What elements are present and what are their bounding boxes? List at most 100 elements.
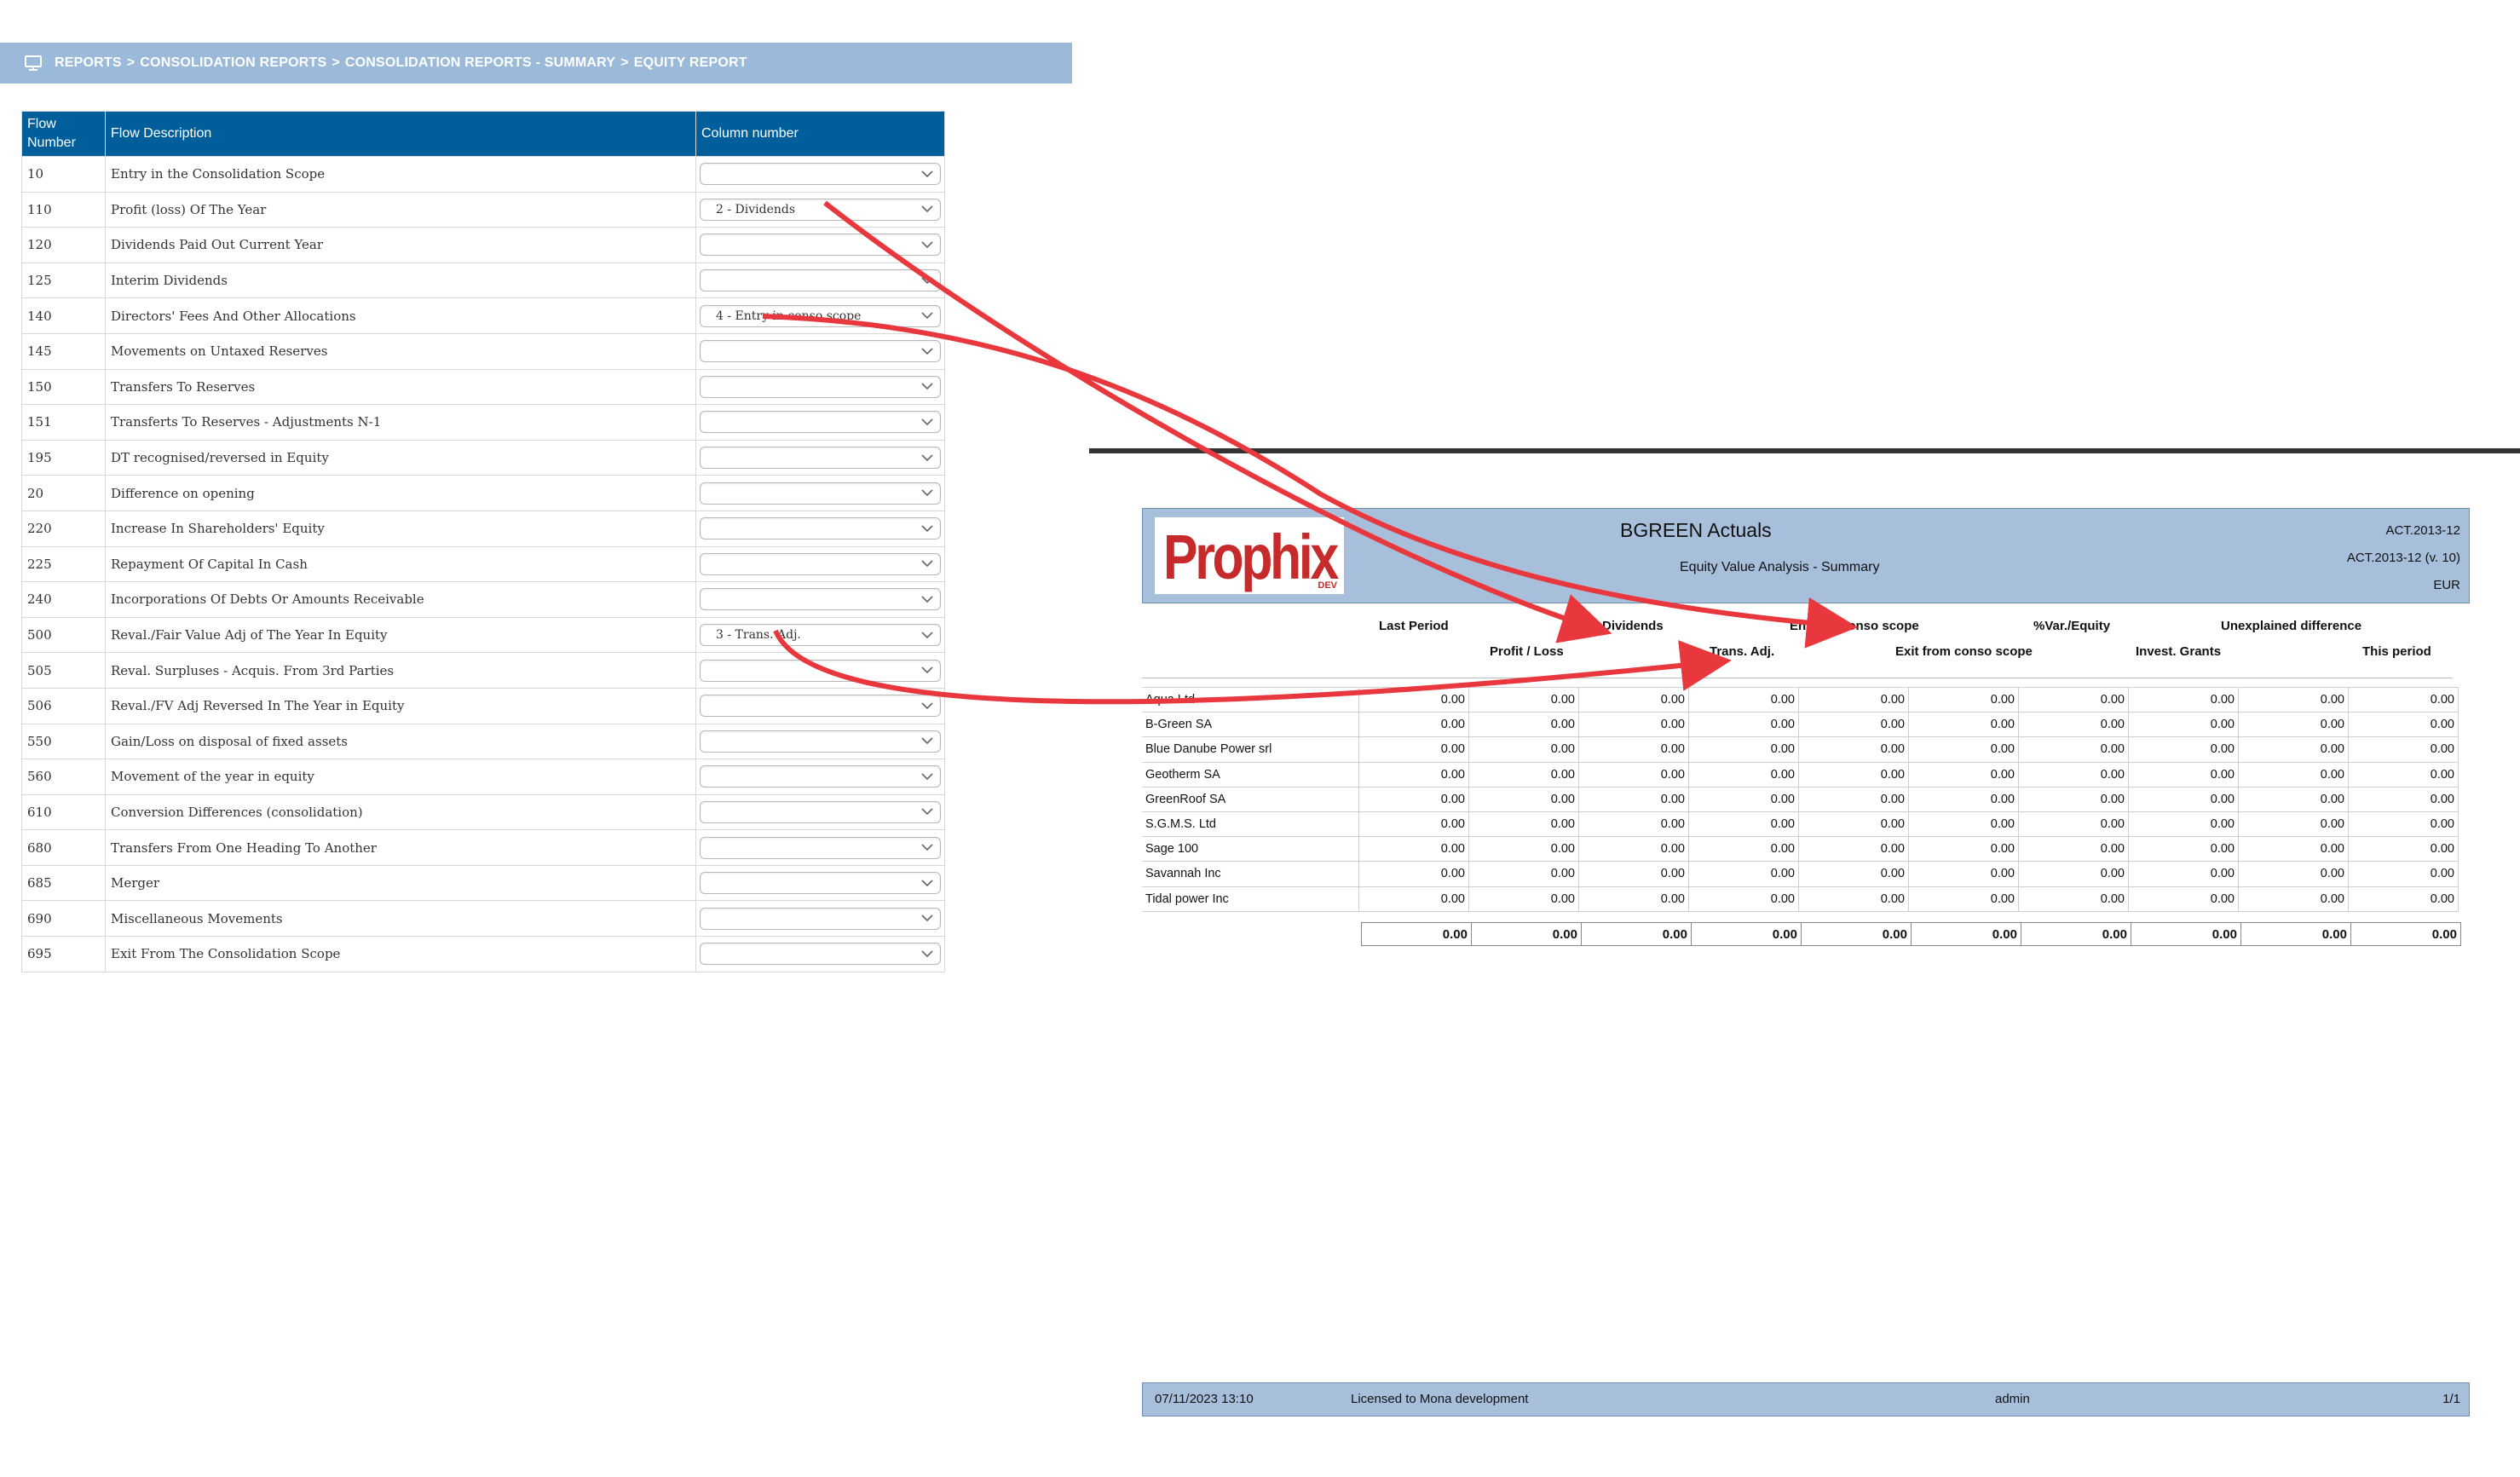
- column-header-flow-description[interactable]: Flow Description: [105, 111, 696, 157]
- value-cell: 0.00: [2348, 686, 2459, 713]
- value-cell: 0.00: [2238, 736, 2349, 763]
- column-number-select[interactable]: [700, 800, 941, 823]
- column-number-select[interactable]: [700, 269, 941, 292]
- value-cell: 0.00: [2238, 836, 2349, 863]
- total-cell: 0.00: [2350, 922, 2461, 946]
- flow-description-cell: Reval./Fair Value Adj of The Year In Equ…: [105, 616, 696, 654]
- total-cell: 0.00: [2240, 922, 2351, 946]
- entity-name: Sage 100: [1142, 836, 1359, 863]
- flow-number-cell: 505: [21, 652, 106, 689]
- report-row: Geotherm SA 0.00 0.00 0.00 0.00 0.00 0.00 0.00 0…: [1142, 761, 2459, 788]
- breadcrumb-item-consolidation-reports[interactable]: CONSOLIDATION REPORTS: [140, 55, 326, 71]
- value-cell: 0.00: [2018, 886, 2129, 912]
- value-cell: 0.00: [2128, 786, 2239, 812]
- value-cell: 0.00: [1468, 836, 1579, 863]
- value-cell: 0.00: [1798, 736, 1909, 763]
- value-cell: 0.00: [1578, 811, 1689, 838]
- table-row: 10 Entry in the Consolidation Scope: [21, 156, 945, 193]
- column-number-select[interactable]: [700, 375, 941, 398]
- prophix-logo: Prophix DEV: [1155, 517, 1344, 594]
- column-number-select[interactable]: [700, 730, 941, 753]
- report-meta: ACT.2013-12 ACT.2013-12 (v. 10) EUR: [2347, 517, 2460, 599]
- value-cell: 0.00: [1688, 811, 1799, 838]
- report-data-table: Aqua Ltd 0.00 0.00 0.00 0.00 0.00 0.00 0.00 0.00…: [1142, 686, 2459, 912]
- value-cell: 0.00: [2238, 786, 2349, 812]
- column-number-select[interactable]: [700, 447, 941, 470]
- value-cell: 0.00: [1908, 712, 2019, 738]
- column-number-select[interactable]: [700, 552, 941, 575]
- section-divider: [1089, 448, 2520, 453]
- column-number-select[interactable]: [700, 695, 941, 718]
- value-cell: 0.00: [1578, 712, 1689, 738]
- chevron-down-icon: [921, 879, 933, 887]
- flow-number-cell: 120: [21, 227, 106, 263]
- flow-description-cell: Transfers From One Heading To Another: [105, 829, 696, 866]
- column-number-select[interactable]: [700, 234, 941, 257]
- col-header-profit-loss: Profit / Loss: [1490, 644, 1564, 659]
- value-cell: 0.00: [1908, 811, 2019, 838]
- flow-description-cell: Conversion Differences (consolidation): [105, 793, 696, 831]
- value-cell: 0.00: [2018, 736, 2129, 763]
- column-number-select[interactable]: 3 - Trans. Adj.: [700, 624, 941, 647]
- value-cell: 0.00: [2018, 811, 2129, 838]
- table-row: 150 Transfers To Reserves: [21, 368, 945, 406]
- value-cell: 0.00: [1578, 686, 1689, 713]
- report-row: S.G.M.S. Ltd 0.00 0.00 0.00 0.00 0.00 0.00 0.00…: [1142, 811, 2459, 838]
- value-cell: 0.00: [1578, 786, 1689, 812]
- column-header-column-number[interactable]: Column number: [695, 111, 945, 157]
- table-row: 500 Reval./Fair Value Adj of The Year In …: [21, 616, 945, 654]
- breadcrumb-item-reports[interactable]: REPORTS: [55, 55, 122, 71]
- flow-description-cell: Interim Dividends: [105, 262, 696, 299]
- flow-number-cell: 150: [21, 368, 106, 406]
- value-cell: 0.00: [1908, 761, 2019, 788]
- flow-number-cell: 685: [21, 864, 106, 902]
- total-cell: 0.00: [1801, 922, 1912, 946]
- chevron-down-icon: [921, 347, 933, 355]
- column-number-select[interactable]: [700, 943, 941, 966]
- column-number-cell: [695, 510, 945, 547]
- column-number-select[interactable]: [700, 836, 941, 859]
- column-number-select[interactable]: [700, 588, 941, 611]
- value-cell: 0.00: [1798, 786, 1909, 812]
- logo-subtext: DEV: [1318, 580, 1337, 591]
- value-cell: 0.00: [2018, 712, 2129, 738]
- value-cell: 0.00: [2348, 712, 2459, 738]
- table-row: 550 Gain/Loss on disposal of fixed assets: [21, 723, 945, 760]
- column-number-select[interactable]: [700, 765, 941, 788]
- table-row: 690 Miscellaneous Movements: [21, 900, 945, 938]
- column-number-cell: [695, 793, 945, 831]
- table-row: 110 Profit (loss) Of The Year 2 - Dividend…: [21, 191, 945, 228]
- column-number-cell: 2 - Dividends: [695, 191, 945, 228]
- report-version: ACT.2013-12 (v. 10): [2346, 551, 2460, 565]
- table-header-row: Flow Number Flow Description Column numb…: [21, 111, 945, 157]
- value-cell: 0.00: [1688, 836, 1799, 863]
- column-number-select[interactable]: [700, 659, 941, 682]
- breadcrumb-item-equity-report: EQUITY REPORT: [633, 55, 747, 70]
- column-number-select[interactable]: [700, 340, 941, 363]
- report-subtitle: Equity Value Analysis - Summary: [1680, 560, 1880, 574]
- col-header-entry-conso-scope: Entry in conso scope: [1790, 619, 1919, 633]
- breadcrumb-item-consolidation-reports-summary[interactable]: CONSOLIDATION REPORTS - SUMMARY: [345, 55, 615, 71]
- report-row: GreenRoof SA 0.00 0.00 0.00 0.00 0.00 0.00 0.00…: [1142, 786, 2459, 812]
- col-header-exit-conso-scope: Exit from conso scope: [1895, 644, 2033, 659]
- total-cell: 0.00: [1691, 922, 1802, 946]
- column-number-select[interactable]: [700, 411, 941, 434]
- chevron-down-icon: [921, 949, 933, 958]
- column-number-select[interactable]: 4 - Entry in conso scope: [700, 304, 941, 327]
- column-number-select[interactable]: [700, 517, 941, 540]
- col-header-trans-adj: Trans. Adj.: [1710, 644, 1775, 659]
- column-header-flow-number[interactable]: Flow Number: [21, 111, 106, 157]
- column-number-select[interactable]: 2 - Dividends: [700, 198, 941, 221]
- chevron-down-icon: [921, 844, 933, 852]
- value-cell: 0.00: [1468, 761, 1579, 788]
- value-cell: 0.00: [1798, 886, 1909, 912]
- column-number-select[interactable]: [700, 163, 941, 186]
- column-number-select[interactable]: [700, 482, 941, 505]
- value-cell: 0.00: [2128, 686, 2239, 713]
- column-number-select[interactable]: [700, 907, 941, 930]
- table-row: 240 Incorporations Of Debts Or Amounts Re…: [21, 581, 945, 618]
- column-number-select[interactable]: [700, 872, 941, 895]
- total-cell: 0.00: [2021, 922, 2131, 946]
- flow-number-cell: 506: [21, 687, 106, 724]
- report-row: Sage 100 0.00 0.00 0.00 0.00 0.00 0.00 0.00 0.00…: [1142, 836, 2459, 863]
